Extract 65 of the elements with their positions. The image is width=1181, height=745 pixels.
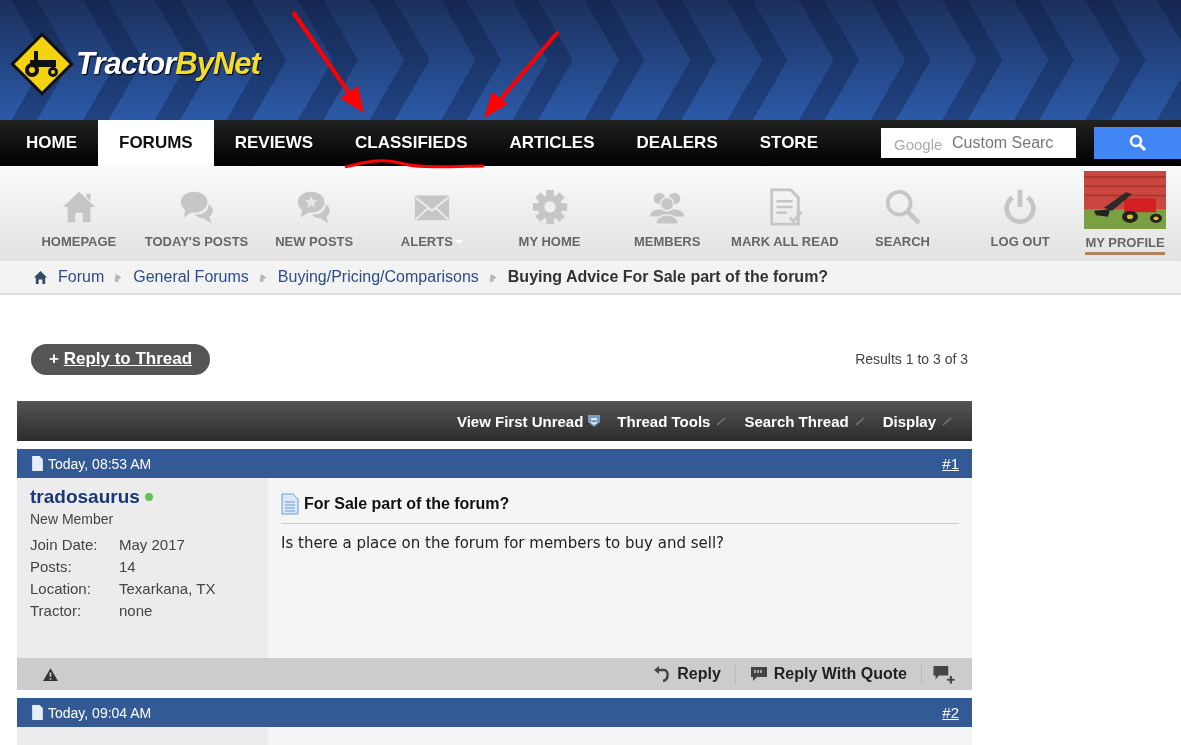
- search-icon: [883, 188, 922, 226]
- detail-value: none: [119, 602, 154, 619]
- nav-tab[interactable]: CLASSIFIEDS: [334, 120, 489, 166]
- breadcrumb-link[interactable]: General Forums: [133, 268, 249, 286]
- home-icon[interactable]: [33, 269, 48, 285]
- username-link[interactable]: tradosaurus: [30, 486, 140, 508]
- breadcrumb-link[interactable]: Forum: [58, 268, 105, 286]
- post-action-link[interactable]: Reply With Quote: [735, 665, 921, 683]
- nav-tab[interactable]: ARTICLES: [488, 120, 616, 166]
- quote-bubble-icon: [749, 665, 768, 683]
- toolbar-item[interactable]: MARK ALL READ: [726, 166, 844, 261]
- caret-icon: [454, 239, 463, 244]
- toolbar-item[interactable]: LOG OUT: [961, 166, 1080, 261]
- nav-tab[interactable]: FORUMS: [98, 120, 214, 166]
- detail-label: Join Date:: [30, 536, 99, 553]
- toolbar-item[interactable]: MY HOME: [490, 166, 609, 261]
- arrow-icon: [488, 271, 498, 283]
- post-action-link[interactable]: Reply: [639, 665, 735, 683]
- nav-tab[interactable]: REVIEWS: [213, 120, 335, 166]
- post-date: Today, 08:53 AM: [48, 455, 152, 472]
- arrow-icon: [258, 271, 268, 283]
- detail-label: Location:: [30, 580, 92, 597]
- unread-icon: [587, 414, 602, 428]
- breadcrumb-link[interactable]: Buying/Pricing/Comparisons: [277, 268, 479, 286]
- thread-tool-link[interactable]: Display: [882, 412, 954, 430]
- post-date: Today, 09:04 AM: [48, 704, 152, 721]
- thread-tool-link[interactable]: Thread Tools: [617, 412, 729, 430]
- search-button[interactable]: [1094, 127, 1181, 159]
- post-number-link[interactable]: #1: [942, 455, 959, 472]
- thread-tool-link[interactable]: View First Unread: [456, 412, 602, 430]
- nav-tab[interactable]: HOME: [0, 120, 98, 166]
- detail-value: 14: [119, 558, 137, 575]
- site-logo[interactable]: TractorByNet: [76, 46, 260, 82]
- document-icon: [31, 456, 44, 471]
- toolbar-item[interactable]: NEW POSTS: [255, 166, 373, 261]
- google-label: Google: [894, 136, 943, 153]
- warning-icon[interactable]: [42, 666, 59, 682]
- toolbar-item[interactable]: ALERTS: [373, 166, 491, 261]
- gear-icon: [530, 188, 569, 226]
- breadcrumb-current: Buying Advice For Sale part of the forum?: [507, 268, 829, 286]
- multi-quote-icon[interactable]: [932, 664, 956, 684]
- toolbar-item[interactable]: MEMBERS: [608, 166, 727, 261]
- toolbar-item[interactable]: TODAY'S POSTS: [137, 166, 256, 261]
- nav-tab[interactable]: STORE: [738, 120, 839, 166]
- document-icon: [281, 493, 299, 515]
- search-icon: [1128, 134, 1147, 152]
- nav-tab[interactable]: DEALERS: [615, 120, 739, 166]
- reply-arrow-icon: [653, 665, 672, 683]
- dropdown-icon: [940, 414, 954, 428]
- post-number-link[interactable]: #2: [942, 704, 959, 721]
- post-title: For Sale part of the forum?: [304, 495, 510, 513]
- post-text: Is there a place on the forum for members to buy and sell?: [281, 534, 726, 552]
- user-rank: New Member: [30, 511, 115, 527]
- document-icon: [31, 705, 44, 720]
- detail-label: Tractor:: [30, 602, 83, 619]
- toolbar-item[interactable]: HOMEPAGE: [20, 166, 138, 261]
- reply-to-thread-button[interactable]: + Reply to Thread: [31, 343, 211, 375]
- toolbar-item[interactable]: MY PROFILE: [1079, 166, 1172, 261]
- detail-value: May 2017: [119, 536, 186, 553]
- detail-label: Posts:: [30, 558, 73, 575]
- results-count: Results 1 to 3 of 3: [855, 351, 968, 367]
- thread-tool-link[interactable]: Search Thread: [744, 412, 867, 430]
- detail-value: Texarkana, TX: [119, 580, 217, 597]
- toolbar-item[interactable]: SEARCH: [843, 166, 962, 261]
- arrow-icon: [114, 271, 124, 283]
